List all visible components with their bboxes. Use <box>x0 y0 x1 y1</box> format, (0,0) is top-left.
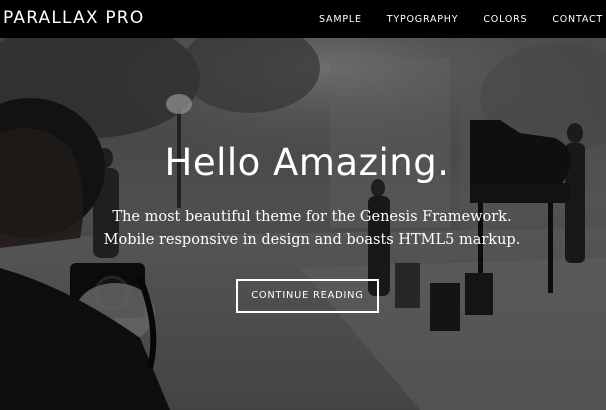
hero-title: Hello Amazing. <box>164 141 450 184</box>
nav-item-colors[interactable]: COLORS <box>483 14 527 25</box>
page: PARALLAX PRO SAMPLE TYPOGRAPHY COLORS CO… <box>0 0 606 410</box>
hero-content: Hello Amazing. The most beautiful theme … <box>0 38 606 410</box>
hero-description-line-1: The most beautiful theme for the Genesis… <box>112 209 512 225</box>
nav-item-contact[interactable]: CONTACT <box>552 14 603 25</box>
hero-section: Hello Amazing. The most beautiful theme … <box>0 38 606 410</box>
continue-reading-button[interactable]: CONTINUE READING <box>236 279 379 313</box>
nav-item-sample[interactable]: SAMPLE <box>319 14 362 25</box>
site-header: PARALLAX PRO SAMPLE TYPOGRAPHY COLORS CO… <box>0 0 606 38</box>
nav-item-typography[interactable]: TYPOGRAPHY <box>387 14 459 25</box>
hero-description: The most beautiful theme for the Genesis… <box>0 206 606 252</box>
primary-nav: SAMPLE TYPOGRAPHY COLORS CONTACT <box>319 0 606 38</box>
site-title[interactable]: PARALLAX PRO <box>3 8 144 28</box>
hero-description-line-2: Mobile responsive in design and boasts H… <box>103 232 521 248</box>
